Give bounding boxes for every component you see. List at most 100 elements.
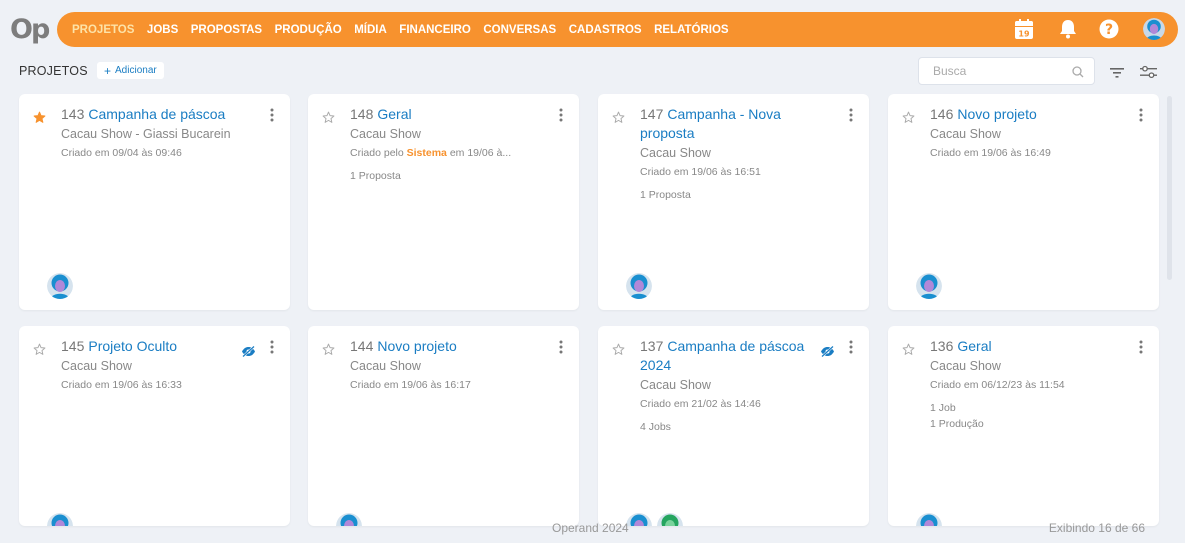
project-number: 143 <box>61 106 85 122</box>
card-stat: 1 Proposta <box>640 189 691 201</box>
project-card[interactable]: 143 Campanha de páscoa Cacau Show - Giass… <box>19 94 290 310</box>
favorite-star-icon[interactable] <box>902 111 915 129</box>
favorite-star-icon[interactable] <box>322 111 335 129</box>
project-number: 148 <box>350 106 374 122</box>
member-avatar[interactable] <box>336 513 362 526</box>
project-number: 147 <box>640 106 664 122</box>
main-navbar: PROJETOS JOBS PROPOSTAS PRODUÇÃO MÍDIA F… <box>57 12 1178 47</box>
nav-item-conversas[interactable]: CONVERSAS <box>483 24 556 36</box>
client-name: Cacau Show <box>930 127 1001 141</box>
card-stat: 1 Proposta <box>350 170 401 182</box>
client-name: Cacau Show <box>61 359 132 373</box>
member-avatar[interactable] <box>657 513 683 526</box>
calendar-icon[interactable]: 19 <box>1012 17 1036 41</box>
project-title[interactable]: Campanha de páscoa 2024 <box>640 338 804 373</box>
nav-item-projetos[interactable]: PROJETOS <box>72 24 134 36</box>
card-created: Criado pelo Sistema em 19/06 à... <box>350 147 512 159</box>
member-avatar[interactable] <box>47 273 73 299</box>
project-number: 136 <box>930 338 954 354</box>
more-options-icon[interactable] <box>270 108 276 127</box>
favorite-star-icon[interactable] <box>612 111 625 129</box>
more-options-icon[interactable] <box>270 340 276 359</box>
project-card[interactable]: 137 Campanha de páscoa 2024 Cacau Show Cr… <box>598 326 869 526</box>
card-members <box>916 513 947 526</box>
created-by: Sistema <box>406 147 447 159</box>
search-icon[interactable] <box>1072 65 1084 83</box>
client-name: Cacau Show - Giassi Bucarein <box>61 127 231 141</box>
nav-item-relatorios[interactable]: RELATÓRIOS <box>654 24 729 36</box>
card-members <box>916 273 947 299</box>
add-button-label: Adicionar <box>115 65 157 76</box>
card-created: Criado em 19/06 às 16:51 <box>640 166 761 178</box>
project-title[interactable]: Campanha de páscoa <box>88 106 225 122</box>
nav-item-midia[interactable]: MÍDIA <box>354 24 387 36</box>
project-card[interactable]: 148 Geral Cacau Show Criado pelo Sistema … <box>308 94 579 310</box>
search-input[interactable] <box>933 64 1063 78</box>
settings-sliders-icon[interactable] <box>1140 65 1157 84</box>
nav-item-propostas[interactable]: PROPOSTAS <box>191 24 262 36</box>
nav-item-producao[interactable]: PRODUÇÃO <box>275 24 342 36</box>
member-avatar[interactable] <box>916 513 942 526</box>
member-avatar[interactable] <box>47 513 73 526</box>
more-options-icon[interactable] <box>559 340 565 359</box>
favorite-star-icon[interactable] <box>902 343 915 361</box>
hidden-eye-icon <box>820 344 835 362</box>
favorite-star-icon[interactable] <box>33 111 46 129</box>
member-avatar[interactable] <box>916 273 942 299</box>
favorite-star-icon[interactable] <box>322 343 335 361</box>
nav-item-jobs[interactable]: JOBS <box>147 24 178 36</box>
project-card[interactable]: 144 Novo projeto Cacau Show Criado em 19/… <box>308 326 579 526</box>
card-stats: 1 Job 1 Produção <box>930 400 1125 432</box>
client-name: Cacau Show <box>350 359 421 373</box>
filter-icon[interactable] <box>1110 66 1124 84</box>
svg-text:19: 19 <box>1018 30 1030 39</box>
favorite-star-icon[interactable] <box>33 343 46 361</box>
bell-icon[interactable] <box>1056 17 1080 41</box>
scrollbar[interactable] <box>1167 96 1172 280</box>
project-card[interactable]: 146 Novo projeto Cacau Show Criado em 19/… <box>888 94 1159 310</box>
member-avatar[interactable] <box>626 513 652 526</box>
project-number: 137 <box>640 338 664 354</box>
member-avatar[interactable] <box>626 273 652 299</box>
favorite-star-icon[interactable] <box>612 343 625 361</box>
app-logo[interactable]: Op <box>10 14 50 45</box>
project-title[interactable]: Geral <box>957 338 991 354</box>
project-card[interactable]: 145 Projeto Oculto Cacau Show Criado em 1… <box>19 326 290 526</box>
card-members <box>47 513 78 526</box>
more-options-icon[interactable] <box>849 340 855 359</box>
hidden-eye-icon <box>241 344 256 362</box>
footer-copyright: Operand 2024 <box>552 521 629 535</box>
card-stat: 4 Jobs <box>640 421 671 433</box>
help-icon[interactable]: ? <box>1097 17 1121 41</box>
card-stat: 1 Produção <box>930 418 984 430</box>
project-title[interactable]: Novo projeto <box>957 106 1036 122</box>
more-options-icon[interactable] <box>1139 340 1145 359</box>
project-number: 144 <box>350 338 374 354</box>
nav-item-cadastros[interactable]: CADASTROS <box>569 24 642 36</box>
more-options-icon[interactable] <box>849 108 855 127</box>
card-created: Criado em 19/06 às 16:17 <box>350 379 471 391</box>
card-members <box>336 513 367 526</box>
project-title[interactable]: Novo projeto <box>377 338 456 354</box>
project-number: 145 <box>61 338 85 354</box>
nav-item-financeiro[interactable]: FINANCEIRO <box>399 24 471 36</box>
card-stats: 1 Proposta <box>640 187 835 203</box>
card-stat: 1 Job <box>930 402 956 414</box>
more-options-icon[interactable] <box>559 108 565 127</box>
add-project-button[interactable]: + Adicionar <box>97 62 164 79</box>
user-avatar[interactable] <box>1142 17 1166 41</box>
project-card[interactable]: 147 Campanha - Nova proposta Cacau Show C… <box>598 94 869 310</box>
card-created: Criado em 09/04 às 09:46 <box>61 147 182 159</box>
svg-text:?: ? <box>1105 22 1113 38</box>
client-name: Cacau Show <box>640 378 711 392</box>
project-number: 146 <box>930 106 954 122</box>
card-stats: 4 Jobs <box>640 419 835 435</box>
more-options-icon[interactable] <box>1139 108 1145 127</box>
plus-icon: + <box>104 63 112 78</box>
pagination-count: Exibindo 16 de 66 <box>1048 521 1145 535</box>
client-name: Cacau Show <box>640 146 711 160</box>
project-title[interactable]: Geral <box>377 106 411 122</box>
project-title[interactable]: Projeto Oculto <box>88 338 177 354</box>
card-created: Criado em 19/06 às 16:49 <box>930 147 1051 159</box>
project-card[interactable]: 136 Geral Cacau Show Criado em 06/12/23 à… <box>888 326 1159 526</box>
